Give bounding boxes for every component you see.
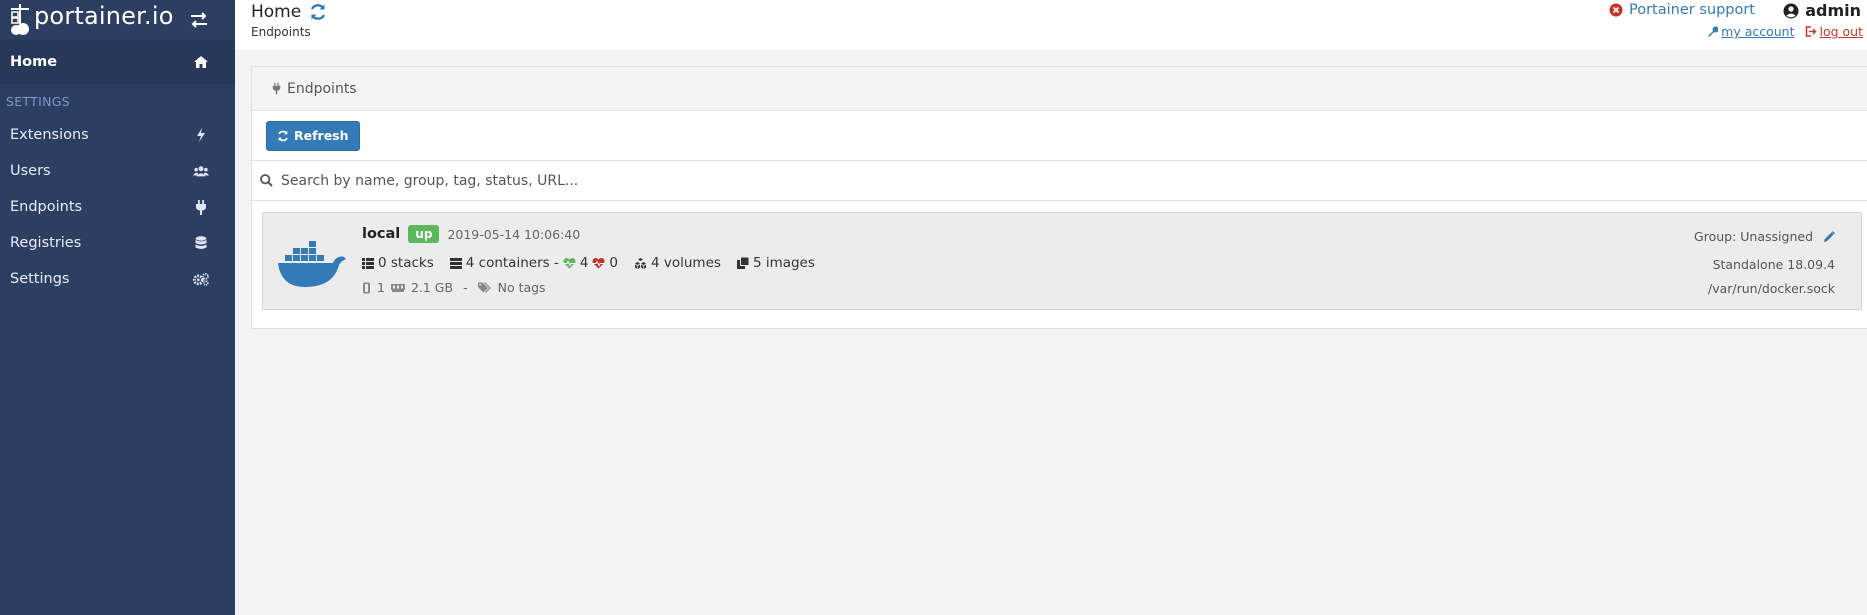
sidebar-item-registries[interactable]: Registries — [0, 225, 235, 261]
support-label: Portainer support — [1628, 2, 1755, 18]
widget-header: Endpoints — [252, 67, 1867, 111]
sidebar-section-settings: SETTINGS — [6, 94, 70, 109]
portainer-logo-icon — [11, 4, 29, 35]
group-label: Group: Unassigned — [1694, 229, 1813, 244]
sidebar-item-endpoints[interactable]: Endpoints — [0, 189, 235, 225]
page-title: Home — [251, 2, 327, 22]
cogs-icon — [193, 271, 209, 287]
wrench-icon — [1708, 26, 1719, 37]
tags-icon — [477, 282, 491, 293]
sidebar-item-label: Settings — [10, 271, 70, 287]
status-badge: up — [408, 225, 440, 243]
healthy-count: 4 — [579, 255, 589, 271]
refresh-icon — [278, 130, 288, 141]
users-icon — [193, 163, 209, 179]
endpoint-item[interactable]: local up 2019-05-14 10:06:40 0 stacks 4 … — [262, 212, 1862, 310]
stacks-stat: 0 stacks — [362, 255, 434, 271]
cpu-icon — [363, 282, 370, 293]
username: admin — [1805, 1, 1861, 20]
tags-label: No tags — [497, 280, 546, 295]
sidebar-item-label: Extensions — [10, 127, 89, 143]
breadcrumb: Endpoints — [251, 25, 311, 39]
memory-size: 2.1 GB — [410, 280, 454, 295]
heartbeat-icon — [563, 257, 576, 268]
endpoint-name: local — [362, 226, 401, 242]
images-count: 5 images — [752, 255, 815, 271]
sidebar-item-label: Home — [10, 54, 58, 70]
endpoint-stats: 0 stacks 4 containers - 4 0 4 volumes 5 … — [362, 255, 825, 271]
memory-icon — [390, 283, 405, 292]
clone-icon — [736, 257, 749, 269]
endpoint-socket: /var/run/docker.sock — [1708, 281, 1835, 296]
my-account-link[interactable]: my account — [1707, 24, 1795, 39]
sidebar: portainer.io Home SETTINGS Extensions Us… — [0, 0, 235, 615]
docker-whale-icon — [278, 241, 346, 287]
stacks-count: 0 stacks — [378, 255, 434, 271]
cubes-icon — [635, 257, 646, 269]
account-links: my account log out — [1707, 24, 1863, 39]
search-icon — [260, 174, 273, 187]
sidebar-item-users[interactable]: Users — [0, 153, 235, 189]
sidebar-item-label: Registries — [10, 235, 82, 251]
logout-label: log out — [1819, 24, 1864, 39]
refresh-button[interactable]: Refresh — [266, 120, 360, 151]
refresh-label: Refresh — [294, 128, 349, 143]
containers-count: 4 containers - — [465, 255, 559, 271]
user-circle-icon — [1783, 3, 1799, 18]
portainer-support-link[interactable]: Portainer support — [1609, 2, 1755, 18]
endpoint-timestamp: 2019-05-14 10:06:40 — [447, 226, 581, 242]
sign-out-icon — [1805, 26, 1817, 37]
unhealthy-count: 0 — [609, 255, 618, 271]
heartbeat-unhealthy-icon — [592, 257, 605, 268]
brand: portainer.io — [0, 0, 235, 40]
logout-link[interactable]: log out — [1805, 24, 1864, 39]
plug-icon — [193, 199, 209, 215]
toggle-sidebar-icon[interactable] — [188, 10, 210, 30]
brand-name[interactable]: portainer.io — [34, 2, 174, 30]
images-stat: 5 images — [736, 255, 815, 271]
sidebar-item-extensions[interactable]: Extensions — [0, 117, 235, 153]
widget-toolbar: Refresh — [252, 111, 1867, 161]
endpoint-resources: 1 2.1 GB - No tags — [362, 280, 546, 295]
home-icon — [193, 54, 209, 70]
sidebar-item-label: Users — [10, 163, 51, 179]
search-input[interactable] — [281, 172, 1781, 189]
plug-icon — [272, 82, 281, 95]
volumes-count: 4 volumes — [651, 255, 721, 271]
endpoints-widget: Endpoints Refresh Search by name, group,… — [251, 66, 1867, 329]
search-bar — [252, 161, 1867, 201]
sidebar-item-home[interactable]: Home — [0, 40, 235, 84]
refresh-icon[interactable] — [309, 3, 327, 21]
endpoint-header: local up 2019-05-14 10:06:40 — [362, 225, 580, 243]
times-circle-icon — [1609, 3, 1623, 17]
cpu-count: 1 — [377, 280, 385, 295]
user-info: admin — [1783, 1, 1861, 20]
volumes-stat: 4 volumes — [634, 255, 721, 271]
page-title-text: Home — [251, 2, 302, 22]
edit-pencil-icon[interactable] — [1823, 230, 1835, 243]
endpoint-engine: Standalone 18.09.4 — [1712, 257, 1835, 272]
database-icon — [193, 235, 209, 251]
top-bar: Home Endpoints Portainer support admin m… — [235, 0, 1867, 50]
widget-title: Endpoints — [287, 80, 357, 97]
server-icon — [449, 257, 462, 269]
th-list-icon — [362, 257, 374, 269]
sidebar-item-label: Endpoints — [10, 199, 83, 215]
containers-stat: 4 containers - 4 0 — [449, 255, 618, 271]
separator: - — [463, 280, 468, 295]
endpoint-group: Group: Unassigned — [1694, 229, 1835, 244]
bolt-icon — [193, 127, 209, 143]
sidebar-item-settings[interactable]: Settings — [0, 261, 235, 297]
my-account-label: my account — [1721, 24, 1795, 39]
